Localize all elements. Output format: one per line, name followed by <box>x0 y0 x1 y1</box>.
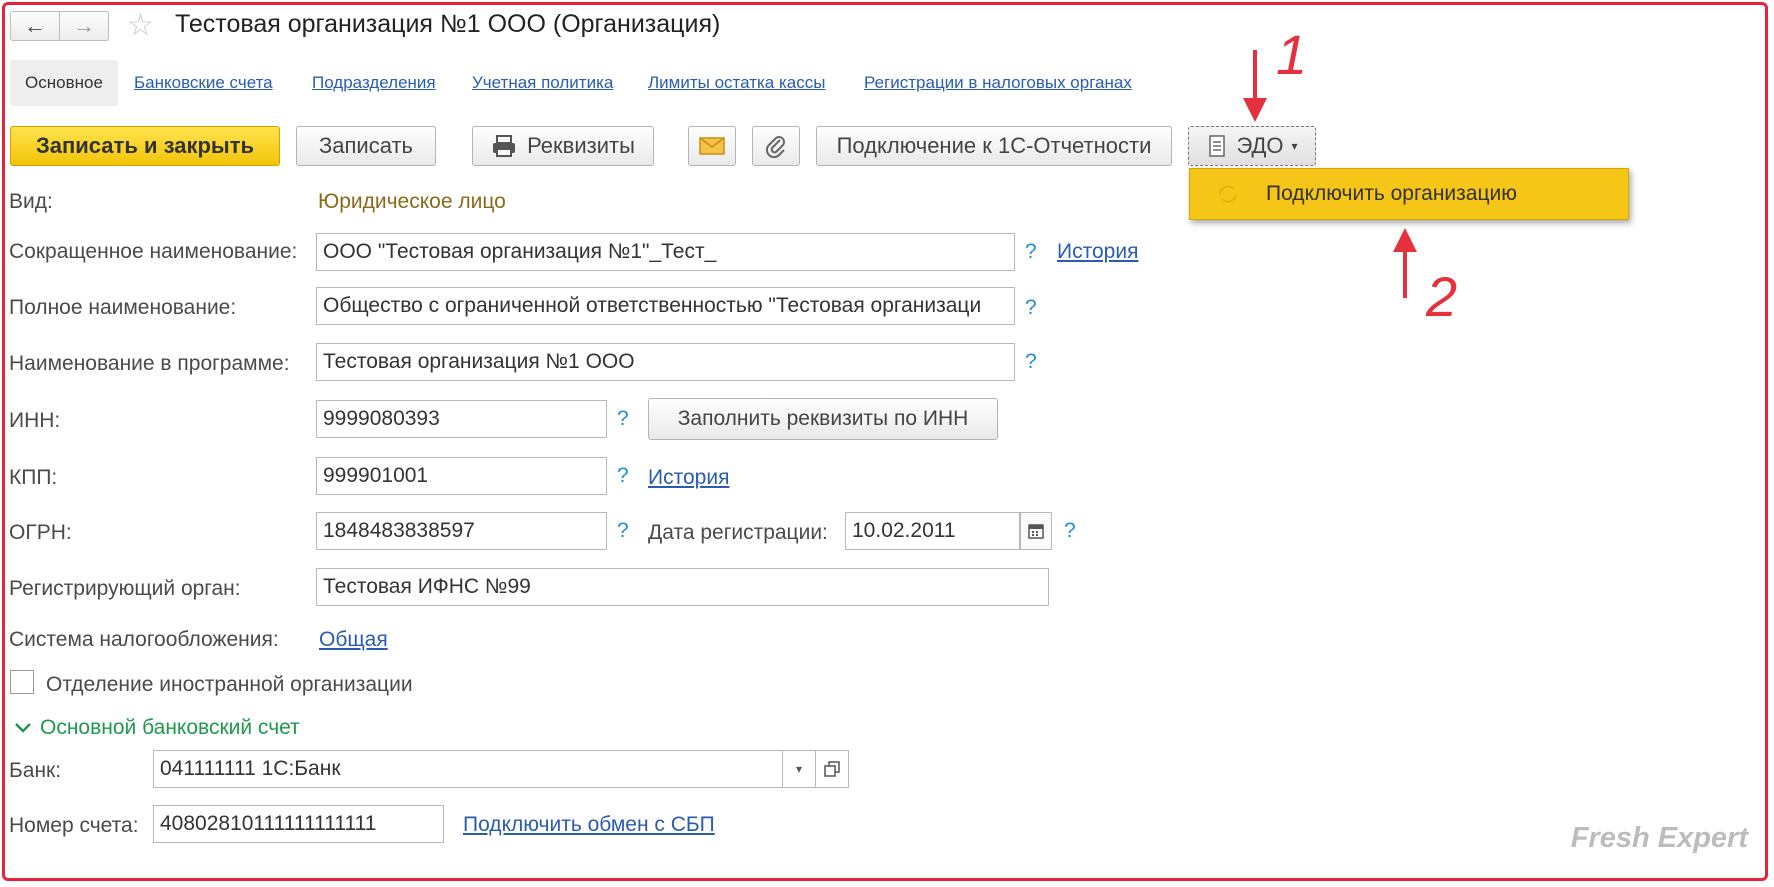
open-window-icon <box>824 761 840 777</box>
foreign-branch-label: Отделение иностранной организации <box>46 673 413 696</box>
vid-label: Вид: <box>9 190 53 213</box>
email-button[interactable] <box>688 126 736 166</box>
bank-dropdown-button[interactable]: ▾ <box>782 750 816 788</box>
bank-section-toggle[interactable]: Основной банковский счет <box>14 716 300 740</box>
ogrn-help-icon[interactable]: ? <box>617 519 629 543</box>
annotation-arrow-down <box>1243 50 1267 122</box>
reg-org-label: Регистрирующий орган: <box>9 577 241 600</box>
kpp-field[interactable]: 999901001 <box>316 457 607 495</box>
connect-reporting-button[interactable]: Подключение к 1С-Отчетности <box>816 126 1172 166</box>
edo-label: ЭДО <box>1236 133 1284 158</box>
forward-button[interactable]: → <box>59 11 109 41</box>
back-button[interactable]: ← <box>10 11 60 41</box>
edo-menu-connect-organization[interactable]: Подключить организацию <box>1189 168 1629 220</box>
paperclip-icon <box>765 136 785 158</box>
reg-date-label: Дата регистрации: <box>648 521 828 544</box>
edo-button[interactable]: ЭДО ▾ <box>1188 126 1316 166</box>
tab-divisions[interactable]: Подразделения <box>312 73 436 93</box>
inn-help-icon[interactable]: ? <box>617 407 629 431</box>
sync-icon <box>1219 185 1237 203</box>
foreign-branch-checkbox[interactable] <box>10 670 34 694</box>
save-button[interactable]: Записать <box>296 126 436 166</box>
inn-field[interactable]: 9999080393 <box>316 400 607 438</box>
inn-label: ИНН: <box>9 409 61 432</box>
program-name-label: Наименование в программе: <box>9 352 290 375</box>
bank-section-title: Основной банковский счет <box>40 716 300 739</box>
reg-date-field[interactable]: 10.02.2011 <box>845 512 1020 550</box>
sbp-link[interactable]: Подключить обмен с СБП <box>463 813 715 837</box>
kpp-help-icon[interactable]: ? <box>617 464 629 488</box>
chevron-down-icon <box>15 723 31 733</box>
short-name-field[interactable]: ООО "Тестовая организация №1"_Тест_ <box>316 233 1015 271</box>
envelope-icon <box>699 137 725 155</box>
tax-system-label: Система налогообложения: <box>9 628 279 651</box>
watermark: Fresh Expert <box>1570 822 1748 854</box>
short-name-history-link[interactable]: История <box>1057 240 1138 264</box>
attach-button[interactable] <box>752 126 800 166</box>
bank-label: Банк: <box>9 759 62 782</box>
kpp-history-link[interactable]: История <box>648 466 729 490</box>
reg-org-field[interactable]: Тестовая ИФНС №99 <box>316 568 1049 606</box>
calendar-icon <box>1028 524 1044 539</box>
account-label: Номер счета: <box>9 814 139 837</box>
tax-system-link[interactable]: Общая <box>319 628 388 652</box>
tab-main[interactable]: Основное <box>10 60 118 106</box>
tab-cash-limits[interactable]: Лимиты остатка кассы <box>648 73 825 93</box>
page-title: Тестовая организация №1 ООО (Организация… <box>175 10 721 38</box>
fill-by-inn-button[interactable]: Заполнить реквизиты по ИНН <box>648 398 998 440</box>
document-list-icon <box>1209 135 1226 157</box>
calendar-button[interactable] <box>1020 512 1052 550</box>
arrow-right-icon: → <box>73 13 95 38</box>
bank-open-button[interactable] <box>815 750 849 788</box>
arrow-left-icon: ← <box>24 13 46 38</box>
annotation-number-1: 1 <box>1276 23 1308 86</box>
full-name-help-icon[interactable]: ? <box>1025 296 1037 320</box>
tab-tax-registrations[interactable]: Регистрации в налоговых органах <box>864 73 1132 93</box>
bank-field[interactable]: 041111111 1С:Банк <box>153 750 783 788</box>
ogrn-field[interactable]: 1848483838597 <box>316 512 607 550</box>
program-name-help-icon[interactable]: ? <box>1025 350 1037 374</box>
annotation-number-2: 2 <box>1426 265 1458 328</box>
kpp-label: КПП: <box>9 466 58 489</box>
edo-menu-item-label: Подключить организацию <box>1266 182 1517 205</box>
short-name-label: Сокращенное наименование: <box>9 240 298 263</box>
program-name-field[interactable]: Тестовая организация №1 ООО <box>316 343 1015 381</box>
short-name-help-icon[interactable]: ? <box>1025 240 1037 264</box>
dropdown-caret-icon: ▾ <box>1291 139 1298 153</box>
tab-accounting-policy[interactable]: Учетная политика <box>472 73 613 93</box>
save-and-close-button[interactable]: Записать и закрыть <box>10 126 280 166</box>
reg-date-help-icon[interactable]: ? <box>1064 519 1076 543</box>
details-button[interactable]: Реквизиты <box>472 126 654 166</box>
ogrn-label: ОГРН: <box>9 521 72 544</box>
vid-value: Юридическое лицо <box>318 190 506 213</box>
printer-icon <box>493 135 516 157</box>
annotation-arrow-up <box>1393 228 1417 298</box>
tab-bank-accounts[interactable]: Банковские счета <box>134 73 273 93</box>
details-label: Реквизиты <box>527 133 635 158</box>
full-name-field[interactable]: Общество с ограниченной ответственностью… <box>316 287 1015 325</box>
chevron-down-icon: ▾ <box>795 762 803 776</box>
account-field[interactable]: 40802810111111111111 <box>153 805 444 843</box>
full-name-label: Полное наименование: <box>9 296 237 319</box>
favorite-star-icon[interactable]: ☆ <box>127 8 154 43</box>
